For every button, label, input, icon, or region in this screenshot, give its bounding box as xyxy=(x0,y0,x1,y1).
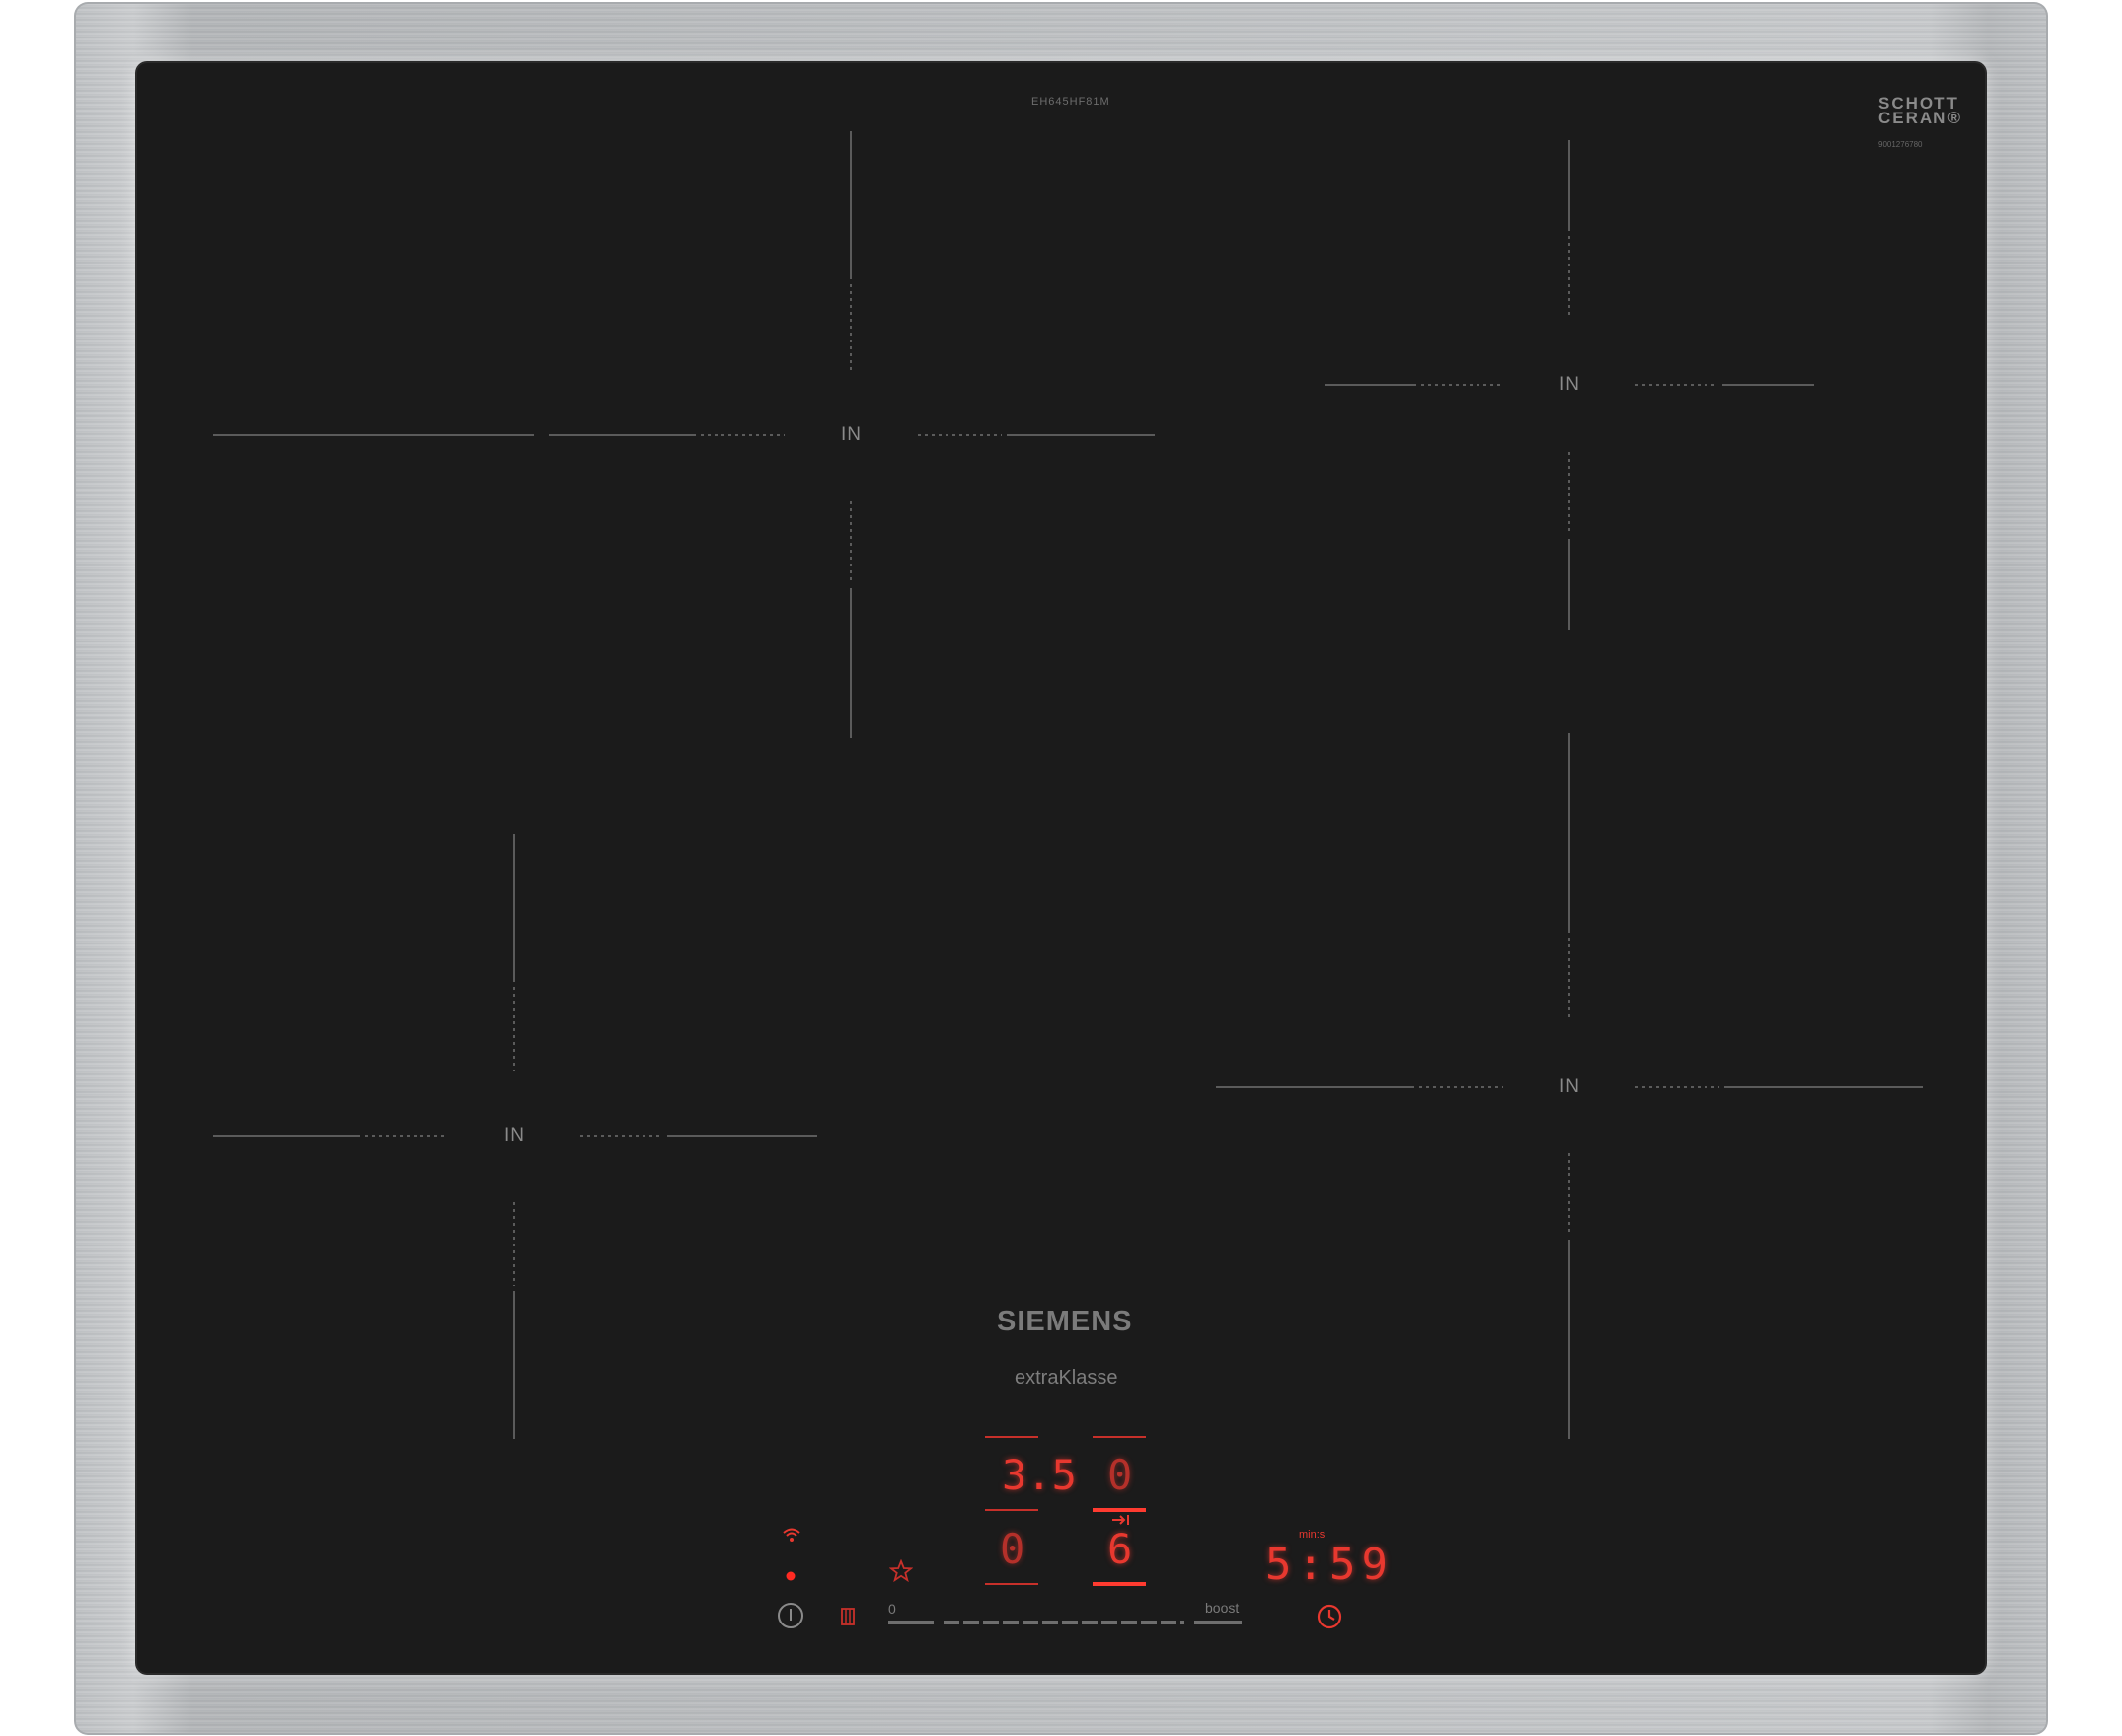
zone-power-level-bottom-left[interactable]: 0 xyxy=(1000,1525,1024,1573)
slider-min-label: 0 xyxy=(888,1601,896,1617)
clock-icon[interactable] xyxy=(1316,1603,1343,1630)
power-icon[interactable] xyxy=(776,1601,805,1630)
status-dot-icon xyxy=(786,1571,796,1581)
wifi-icon[interactable] xyxy=(782,1527,801,1543)
zone-power-level-bottom-right[interactable]: 6 xyxy=(1107,1525,1132,1573)
slider-max-label: boost xyxy=(1205,1600,1240,1616)
zone-power-level-top-right[interactable]: 0 xyxy=(1107,1451,1132,1499)
timer-display[interactable]: 5:59 xyxy=(1265,1540,1394,1590)
star-icon[interactable] xyxy=(889,1559,913,1583)
transfer-icon xyxy=(1112,1515,1129,1525)
zone-power-level-top-left[interactable]: 3.5 xyxy=(1002,1451,1077,1499)
power-slider[interactable] xyxy=(886,1619,1246,1626)
childlock-icon[interactable] xyxy=(840,1606,856,1627)
